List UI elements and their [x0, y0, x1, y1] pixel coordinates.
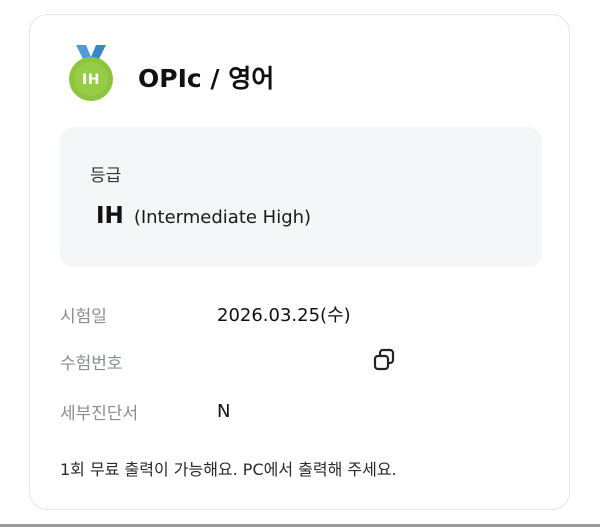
exam-date-value: 2026.03.25(수) [217, 305, 351, 326]
grade-full-name: (Intermediate High) [133, 207, 312, 228]
detail-report-value: N [217, 401, 231, 422]
detail-report-label: 세부진단서 [60, 404, 139, 424]
card-header: IH OPIc / 영어 [64, 45, 274, 103]
medal-label: IH [82, 72, 100, 88]
grade-value-row: IH (Intermediate High) [96, 203, 311, 229]
page-title: OPIc / 영어 [138, 64, 275, 93]
grade-panel: 등급 IH (Intermediate High) [60, 127, 542, 267]
copy-icon [373, 348, 395, 371]
exam-number-label: 수험번호 [60, 354, 123, 374]
exam-date-label: 시험일 [60, 306, 107, 327]
medal-icon: IH [64, 45, 118, 103]
copy-button[interactable] [371, 347, 397, 373]
grade-label: 등급 [90, 166, 122, 186]
grade-code: IH [96, 203, 124, 229]
certificate-card: IH OPIc / 영어 등급 IH (Intermediate High) 시… [29, 14, 570, 510]
exam-date-row: 시험일 2026.03.25(수) [60, 301, 351, 327]
exam-number-row: 수험번호 [60, 349, 217, 374]
print-notice: 1회 무료 출력이 가능해요. PC에서 출력해 주세요. [60, 460, 397, 479]
detail-report-row: 세부진단서 N [60, 399, 230, 424]
